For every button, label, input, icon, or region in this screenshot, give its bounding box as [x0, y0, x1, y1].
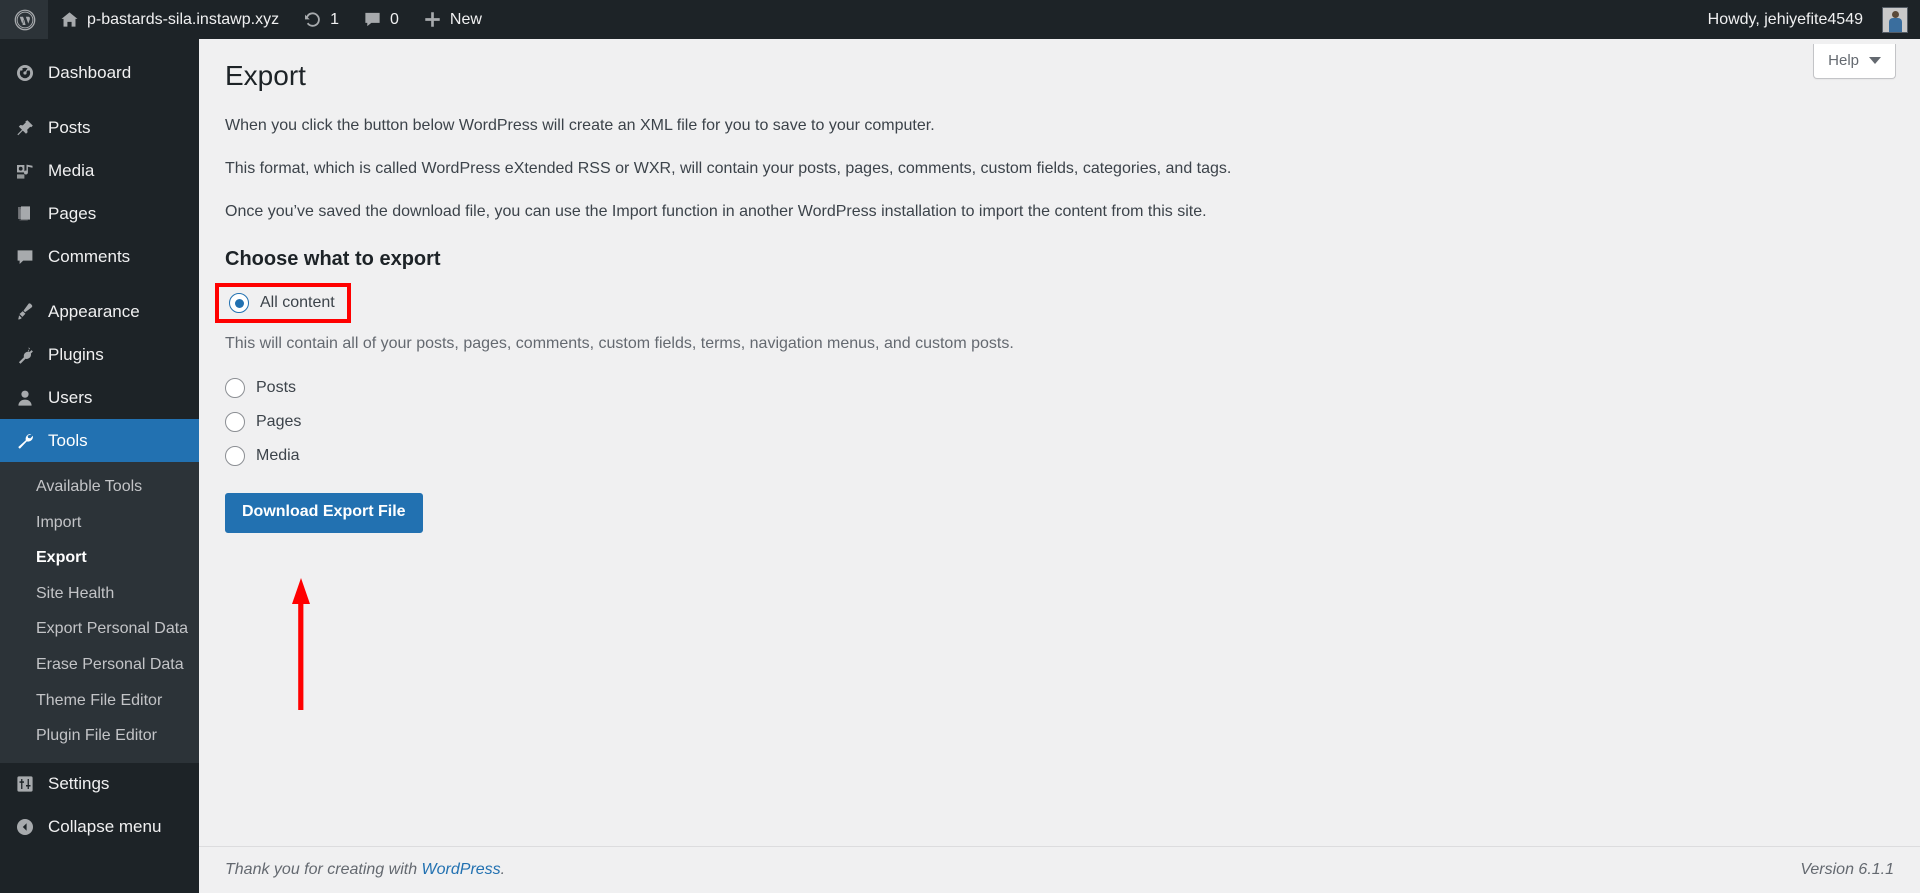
- sidebar-item-label: Media: [48, 160, 95, 180]
- sidebar-item-appearance[interactable]: Appearance: [0, 290, 199, 333]
- sidebar-item-media[interactable]: Media: [0, 149, 199, 192]
- radio-posts-label: Posts: [256, 379, 297, 397]
- radio-pages-input[interactable]: [225, 412, 245, 433]
- sidebar-item-plugins[interactable]: Plugins: [0, 333, 199, 376]
- my-account-menu[interactable]: Howdy, jehiyefite4549: [1696, 0, 1920, 39]
- menu-group-separator: [0, 94, 199, 106]
- admin-bar: p-bastards-sila.instawp.xyz 1 0 New Howd…: [0, 0, 1920, 39]
- submenu-item-site-health[interactable]: Site Health: [0, 576, 199, 612]
- submenu-item-available-tools[interactable]: Available Tools: [0, 469, 199, 505]
- updates-sync-icon: [303, 10, 322, 29]
- tools-submenu: Available Tools Import Export Site Healt…: [0, 462, 199, 763]
- submit-row: Download Export File: [225, 476, 1900, 533]
- sidebar-item-label: Plugins: [48, 344, 104, 364]
- site-name-menu[interactable]: p-bastards-sila.instawp.xyz: [48, 0, 291, 39]
- comments-menu[interactable]: 0: [351, 0, 411, 39]
- all-content-description: This will contain all of your posts, pag…: [225, 335, 1014, 353]
- pin-icon: [12, 117, 38, 139]
- submenu-item-erase-personal-data[interactable]: Erase Personal Data: [0, 647, 199, 683]
- help-label: Help: [1828, 52, 1859, 69]
- paintbrush-icon: [12, 301, 38, 323]
- submenu-item-export-personal-data[interactable]: Export Personal Data: [0, 611, 199, 647]
- help-tab-wrap: Help: [1813, 44, 1896, 79]
- radio-pages-label: Pages: [256, 413, 302, 431]
- export-intro-paragraph-1: When you click the button below WordPres…: [225, 117, 935, 135]
- footer-thankyou: Thank you for creating with WordPress.: [225, 861, 505, 879]
- sidebar-item-dashboard[interactable]: Dashboard: [0, 51, 199, 94]
- sidebar-item-label: Posts: [48, 117, 91, 137]
- radio-media-input[interactable]: [225, 446, 245, 467]
- submenu-item-import[interactable]: Import: [0, 505, 199, 541]
- sidebar-item-label: Appearance: [48, 301, 140, 321]
- howdy-label: Howdy, jehiyefite4549: [1707, 10, 1863, 28]
- footer-thanks-suffix: .: [500, 861, 506, 878]
- sidebar-item-posts[interactable]: Posts: [0, 106, 199, 149]
- radio-option-media[interactable]: Media: [225, 442, 1900, 470]
- collapse-menu-label: Collapse menu: [48, 816, 162, 836]
- content-area: Help Export When you click the button be…: [199, 39, 1920, 893]
- media-camera-music-icon: [12, 160, 38, 182]
- help-toggle-button[interactable]: Help: [1813, 44, 1896, 79]
- radio-option-all-content[interactable]: All content: [229, 293, 335, 314]
- avatar: [1882, 6, 1908, 33]
- wordpress-link[interactable]: WordPress: [422, 861, 501, 878]
- radio-option-pages[interactable]: Pages: [225, 408, 1900, 436]
- sidebar-item-tools[interactable]: Tools: [0, 419, 207, 462]
- dashboard-gauge-icon: [12, 62, 38, 84]
- user-icon: [12, 387, 38, 409]
- sidebar-item-label: Users: [48, 387, 93, 407]
- wordpress-logo-icon: [14, 9, 36, 31]
- comments-count: 0: [389, 10, 399, 28]
- menu-group-separator: [0, 278, 199, 290]
- pages-document-icon: [12, 203, 38, 225]
- current-menu-arrow: [199, 432, 207, 449]
- admin-footer: Thank you for creating with WordPress. V…: [199, 846, 1920, 893]
- sidebar-item-pages[interactable]: Pages: [0, 192, 199, 235]
- plus-icon: [423, 10, 442, 29]
- submenu-item-theme-file-editor[interactable]: Theme File Editor: [0, 683, 199, 719]
- comment-bubble-icon: [363, 10, 382, 29]
- sidebar-item-label: Tools: [48, 430, 88, 450]
- footer-version: Version 6.1.1: [1800, 861, 1894, 878]
- sidebar-item-label: Pages: [48, 203, 97, 223]
- admin-sidebar-menu: Dashboard Posts Media Pages Comments App…: [0, 39, 207, 893]
- chevron-left-circle-icon: [12, 817, 38, 837]
- all-content-highlight-box: All content: [215, 283, 351, 324]
- sidebar-item-label: Settings: [48, 774, 110, 794]
- submenu-item-plugin-file-editor[interactable]: Plugin File Editor: [0, 718, 199, 754]
- export-intro-paragraph-3: Once you’ve saved the download file, you…: [225, 203, 1207, 221]
- choose-what-to-export-heading: Choose what to export: [225, 248, 441, 271]
- new-content-label: New: [449, 10, 482, 28]
- submenu-item-export[interactable]: Export: [0, 540, 199, 576]
- chevron-down-icon: [1869, 57, 1881, 64]
- wordpress-logo-menu[interactable]: [0, 0, 48, 39]
- radio-media-label: Media: [256, 447, 300, 465]
- menu-top-spacer: [0, 39, 199, 51]
- download-export-file-button[interactable]: Download Export File: [225, 493, 423, 533]
- sidebar-item-label: Comments: [48, 246, 131, 266]
- comment-bubble-icon: [12, 246, 38, 268]
- page-title: Export: [225, 60, 306, 91]
- radio-option-posts[interactable]: Posts: [225, 374, 1900, 402]
- updates-count: 1: [330, 10, 339, 28]
- updates-menu[interactable]: 1: [291, 0, 351, 39]
- plug-icon: [12, 344, 38, 366]
- wrench-icon: [12, 430, 38, 452]
- radio-posts-input[interactable]: [225, 378, 245, 399]
- collapse-menu-button[interactable]: Collapse menu: [0, 806, 199, 848]
- sidebar-item-users[interactable]: Users: [0, 376, 199, 419]
- sidebar-item-comments[interactable]: Comments: [0, 235, 199, 278]
- radio-all-content-label: All content: [260, 294, 335, 312]
- sidebar-item-settings[interactable]: Settings: [0, 763, 199, 806]
- new-content-menu[interactable]: New: [411, 0, 494, 39]
- sidebar-item-label: Dashboard: [48, 62, 132, 82]
- home-icon: [60, 10, 79, 29]
- footer-thanks-prefix: Thank you for creating with: [225, 861, 422, 878]
- export-page-wrap: Export When you click the button below W…: [199, 39, 1920, 533]
- export-intro-paragraph-2: This format, which is called WordPress e…: [225, 160, 1232, 178]
- site-name-label: p-bastards-sila.instawp.xyz: [87, 10, 280, 28]
- radio-all-content-input[interactable]: [229, 293, 249, 314]
- settings-sliders-icon: [12, 773, 38, 795]
